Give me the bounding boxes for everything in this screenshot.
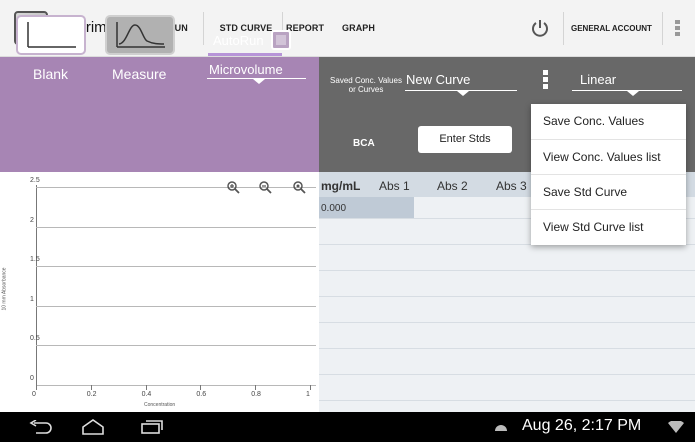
grid-line xyxy=(36,305,316,307)
std-curve-chart xyxy=(0,172,319,412)
microvolume-select[interactable]: Microvolume xyxy=(209,62,283,77)
table-row-divider xyxy=(319,400,695,401)
blank-button[interactable] xyxy=(16,15,86,55)
x-tick-mark xyxy=(36,385,37,390)
grid-line xyxy=(36,385,316,386)
curve-overflow-menu-icon[interactable] xyxy=(543,70,549,92)
table-row-divider xyxy=(319,374,695,375)
x-tick-mark xyxy=(310,385,311,390)
dropdown-caret-icon[interactable] xyxy=(627,91,639,96)
y-tick-label: 2 xyxy=(30,216,34,224)
tab-report[interactable]: REPORT xyxy=(286,0,324,57)
x-tick-mark xyxy=(255,385,257,390)
curve-fit-select[interactable]: Linear xyxy=(580,72,616,87)
power-icon[interactable] xyxy=(530,18,550,38)
home-icon[interactable] xyxy=(81,419,105,435)
zoom-out-icon[interactable] xyxy=(258,180,272,194)
x-tick-mark xyxy=(90,385,92,390)
table-row-divider xyxy=(319,322,695,323)
saved-curves-label: Saved Conc. Values or Curves xyxy=(330,76,402,94)
assay-label: BCA xyxy=(353,138,375,149)
x-axis-title: Concentration xyxy=(144,402,176,408)
dropdown-caret-icon[interactable] xyxy=(457,91,469,96)
y-tick-label: 0.5 xyxy=(30,335,40,343)
saved-curve-select[interactable]: New Curve xyxy=(406,72,470,87)
table-row-divider xyxy=(319,296,695,297)
grid-line xyxy=(36,266,316,268)
zoom-reset-icon[interactable] xyxy=(292,180,306,194)
table-header-abs1: Abs 1 xyxy=(379,179,410,193)
x-tick-label: 0.8 xyxy=(251,391,261,398)
grid-line xyxy=(36,226,316,228)
y-tick-label: 2.5 xyxy=(30,177,40,184)
table-row-divider xyxy=(319,270,695,271)
tab-selected-indicator xyxy=(208,53,282,56)
x-tick-mark xyxy=(200,385,202,390)
x-tick-label: 0.4 xyxy=(141,391,152,398)
curve-options-menu: Save Conc. Values View Conc. Values list… xyxy=(531,104,686,245)
android-notification-icon xyxy=(495,425,507,431)
dropdown-caret-icon[interactable] xyxy=(253,79,265,84)
y-tick-label: 1 xyxy=(30,295,34,303)
tab-graph[interactable]: GRAPH xyxy=(342,0,375,57)
y-tick-label: 1.5 xyxy=(30,256,40,264)
table-cell-value: 0.000 xyxy=(321,203,347,214)
y-axis-line xyxy=(36,185,37,385)
grid-line xyxy=(36,345,316,347)
table-row-divider xyxy=(319,348,695,349)
measure-label: Measure xyxy=(112,66,167,82)
blank-spectrum-icon xyxy=(27,22,76,48)
menu-view-std-curve-list[interactable]: View Std Curve list xyxy=(531,210,686,245)
y-tick-label: 0 xyxy=(30,375,34,382)
status-clock: Aug 26, 2:17 PM xyxy=(522,417,642,434)
measure-spectrum-icon xyxy=(116,22,165,48)
x-tick-label: 0.2 xyxy=(86,391,97,398)
enter-stds-button[interactable]: Enter Stds xyxy=(418,126,512,153)
y-axis-title: 10 mm Absorbance xyxy=(1,267,8,311)
tab-divider xyxy=(203,12,204,45)
blank-label: Blank xyxy=(33,66,69,82)
back-icon[interactable] xyxy=(28,420,52,434)
table-header-abs3: Abs 3 xyxy=(496,179,527,193)
tab-divider xyxy=(563,12,564,45)
measure-button[interactable] xyxy=(105,15,175,55)
x-tick-label: 0.6 xyxy=(196,391,207,398)
tab-divider xyxy=(662,12,663,45)
menu-view-conc-values-list[interactable]: View Conc. Values list xyxy=(531,140,686,175)
menu-save-std-curve[interactable]: Save Std Curve xyxy=(531,175,686,210)
autorun-checkbox[interactable] xyxy=(271,30,291,50)
account-menu[interactable]: GENERAL ACCOUNT xyxy=(571,0,652,57)
table-header-mgml: mg/mL xyxy=(321,179,361,193)
x-tick-mark xyxy=(145,385,147,390)
x-tick-label: 0 xyxy=(32,391,36,398)
table-header-abs2: Abs 2 xyxy=(437,179,468,193)
autorun-label: AutoRun xyxy=(213,33,264,48)
overflow-menu-icon[interactable] xyxy=(675,20,681,38)
wifi-icon xyxy=(668,421,684,433)
menu-save-conc-values[interactable]: Save Conc. Values xyxy=(531,104,686,139)
x-tick-label: 1 xyxy=(306,391,310,398)
recent-apps-icon[interactable] xyxy=(140,420,164,434)
grid-line xyxy=(36,187,316,188)
zoom-in-icon[interactable] xyxy=(226,180,240,194)
